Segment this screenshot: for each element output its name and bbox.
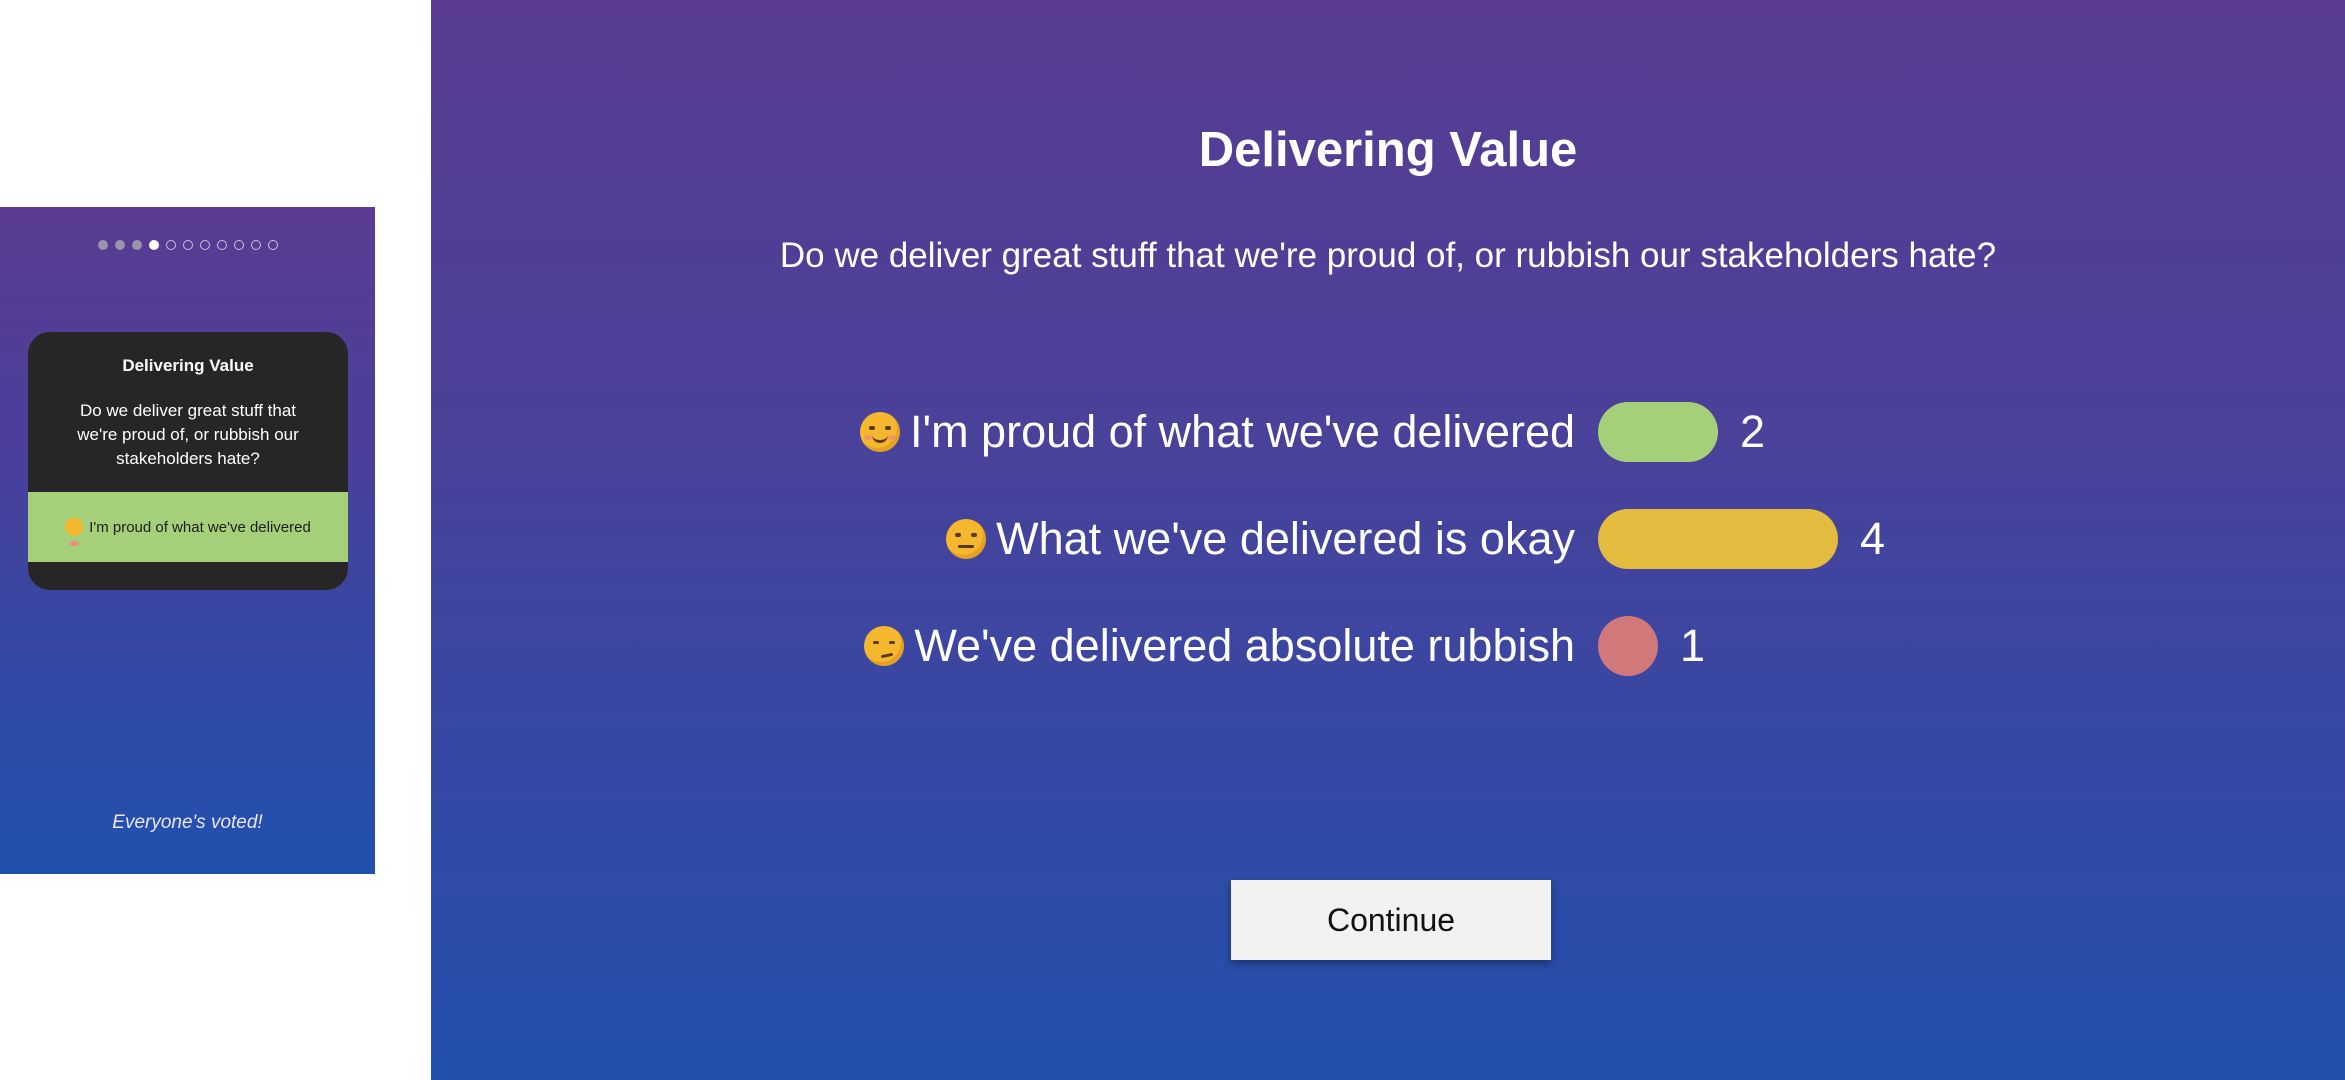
progress-dot <box>267 240 278 250</box>
result-bar <box>1598 616 1658 676</box>
result-count: 4 <box>1860 513 1886 564</box>
card-question: Do we deliver great stuff that we're pro… <box>77 401 299 468</box>
card-title: Delivering Value <box>122 356 254 375</box>
progress-dot <box>97 240 108 250</box>
result-count: 2 <box>1740 406 1766 457</box>
option-label: What we've delivered is okay <box>996 513 1575 564</box>
neutral-face-icon <box>946 519 987 559</box>
progress-dot <box>233 240 244 250</box>
phone-preview: Delivering Value Do we deliver great stu… <box>0 207 375 874</box>
progress-dot <box>199 240 210 250</box>
option-label: We've delivered absolute rubbish <box>914 620 1575 671</box>
progress-dot <box>165 240 176 250</box>
result-row: What we've delivered is okay 4 <box>431 507 2345 571</box>
result-bar <box>1598 402 1718 462</box>
page-title: Delivering Value <box>1198 123 1578 177</box>
result-label: I'm proud of what we've delivered <box>859 400 1575 464</box>
option-label: I'm proud of what we've delivered <box>909 406 1575 457</box>
smiling-face-icon <box>859 412 900 452</box>
smiling-face-icon <box>65 518 84 546</box>
progress-dot <box>216 240 227 250</box>
selected-answer[interactable]: I'm proud of what we've delivered <box>28 492 348 562</box>
continue-button[interactable]: Continue <box>1231 880 1551 960</box>
question-card: Delivering Value Do we deliver great stu… <box>28 332 348 590</box>
vote-status: Everyone's voted! <box>112 812 263 833</box>
progress-dot <box>114 240 125 250</box>
result-row: We've delivered absolute rubbish 1 <box>431 614 2345 678</box>
result-count: 1 <box>1680 620 1706 671</box>
results-panel: Delivering Value Do we deliver great stu… <box>431 0 2345 1080</box>
result-label: What we've delivered is okay <box>946 507 1575 571</box>
progress-dot <box>148 240 159 250</box>
question-text: Do we deliver great stuff that we're pro… <box>779 236 1997 275</box>
progress-dots <box>0 240 375 252</box>
progress-dot <box>182 240 193 250</box>
result-label: We've delivered absolute rubbish <box>864 614 1575 678</box>
selected-answer-label: I'm proud of what we've delivered <box>89 518 311 536</box>
result-row: I'm proud of what we've delivered 2 <box>431 400 2345 464</box>
progress-dot <box>250 240 261 250</box>
progress-dot <box>131 240 142 250</box>
result-bar <box>1598 509 1838 569</box>
unamused-face-icon <box>864 626 905 666</box>
